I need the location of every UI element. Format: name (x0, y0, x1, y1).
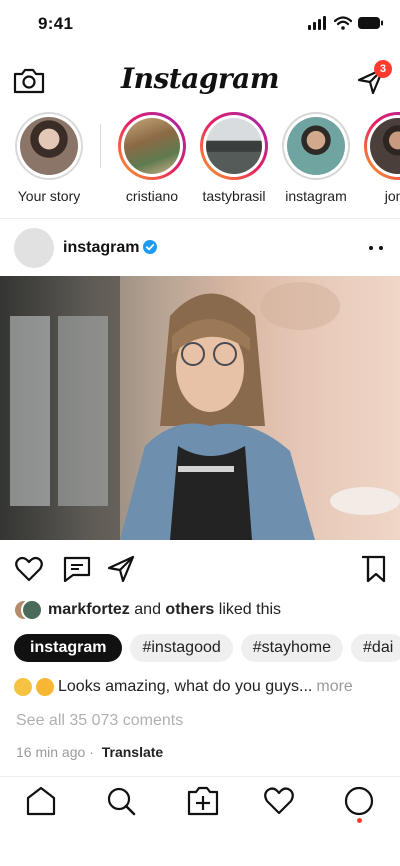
stories-row: Your story cristiano tastybrasil instagr… (0, 112, 400, 220)
post-meta: 16 min ago · Translate (16, 744, 164, 760)
tag-chip[interactable]: instagram (14, 634, 123, 662)
grinning-sweat-emoji-icon (14, 678, 32, 696)
translate-link[interactable]: Translate (102, 744, 163, 760)
story-name: cristiano (125, 188, 179, 204)
heart-icon[interactable] (262, 784, 296, 818)
avatar (124, 118, 180, 174)
heart-icon[interactable] (14, 554, 44, 584)
search-icon[interactable] (104, 784, 138, 818)
post-header: instagram (0, 226, 400, 272)
see-all-comments-link[interactable]: See all 35 073 coments (16, 712, 183, 730)
hashtag-chips: instagram #instagood #stayhome #dai (14, 634, 400, 662)
more-options-button[interactable] (364, 240, 388, 256)
story-instagram[interactable]: instagram (276, 112, 356, 204)
wifi-icon (334, 16, 352, 30)
battery-icon (358, 17, 383, 29)
tag-chip[interactable]: #stayhome (240, 634, 344, 662)
story-jonh[interactable]: jonh (358, 112, 400, 204)
status-icons (308, 14, 384, 32)
post-actions (0, 552, 400, 586)
avatar (20, 117, 78, 175)
story-name: jonh (384, 188, 400, 204)
add-post-icon[interactable] (186, 784, 220, 818)
post-caption: Looks amazing, what do you guys... more (14, 678, 394, 696)
app-logo: Instagram (121, 62, 279, 95)
profile-icon[interactable] (342, 784, 376, 818)
stories-divider (100, 124, 101, 168)
post-avatar[interactable] (14, 228, 54, 268)
upside-down-emoji-icon (36, 678, 54, 696)
likes-others-link[interactable]: others (165, 601, 214, 618)
post-time: 16 min ago (16, 744, 86, 760)
post-username[interactable]: instagram (63, 239, 139, 257)
avatar (287, 117, 345, 175)
status-bar: 9:41 (0, 0, 400, 50)
story-cristiano[interactable]: cristiano (112, 112, 192, 204)
bottom-tab-bar (0, 782, 400, 826)
comment-icon[interactable] (62, 554, 92, 584)
share-icon[interactable] (106, 554, 136, 584)
post-image[interactable] (0, 276, 400, 540)
caption-more-link[interactable]: more (316, 678, 352, 696)
story-name: Your story (17, 188, 81, 204)
tag-chip[interactable]: #dai (351, 634, 400, 662)
post-photo (0, 276, 400, 540)
notification-badge: 3 (374, 60, 392, 78)
story-your-story[interactable]: Your story (9, 112, 89, 204)
divider (0, 776, 400, 777)
divider (0, 218, 400, 219)
story-name: tastybrasil (202, 188, 266, 204)
verified-badge-icon (143, 240, 157, 254)
avatar (206, 118, 262, 174)
tag-chip[interactable]: #instagood (130, 634, 233, 662)
profile-notification-dot (357, 818, 362, 823)
avatar (370, 118, 400, 174)
likes-text: markfortez and others liked this (48, 601, 282, 618)
signal-icon (308, 16, 326, 30)
liker-username[interactable]: markfortez (48, 601, 130, 618)
home-icon[interactable] (24, 784, 58, 818)
likes-summary: markfortez and others liked this (0, 598, 400, 624)
caption-text: Looks amazing, what do you guys... (58, 678, 313, 695)
liker-avatars (13, 598, 43, 622)
bookmark-icon[interactable] (358, 554, 388, 584)
app-header: Instagram 3 (0, 56, 400, 108)
story-name: instagram (285, 188, 347, 204)
status-time: 9:41 (38, 14, 74, 33)
story-tastybrasil[interactable]: tastybrasil (194, 112, 274, 204)
